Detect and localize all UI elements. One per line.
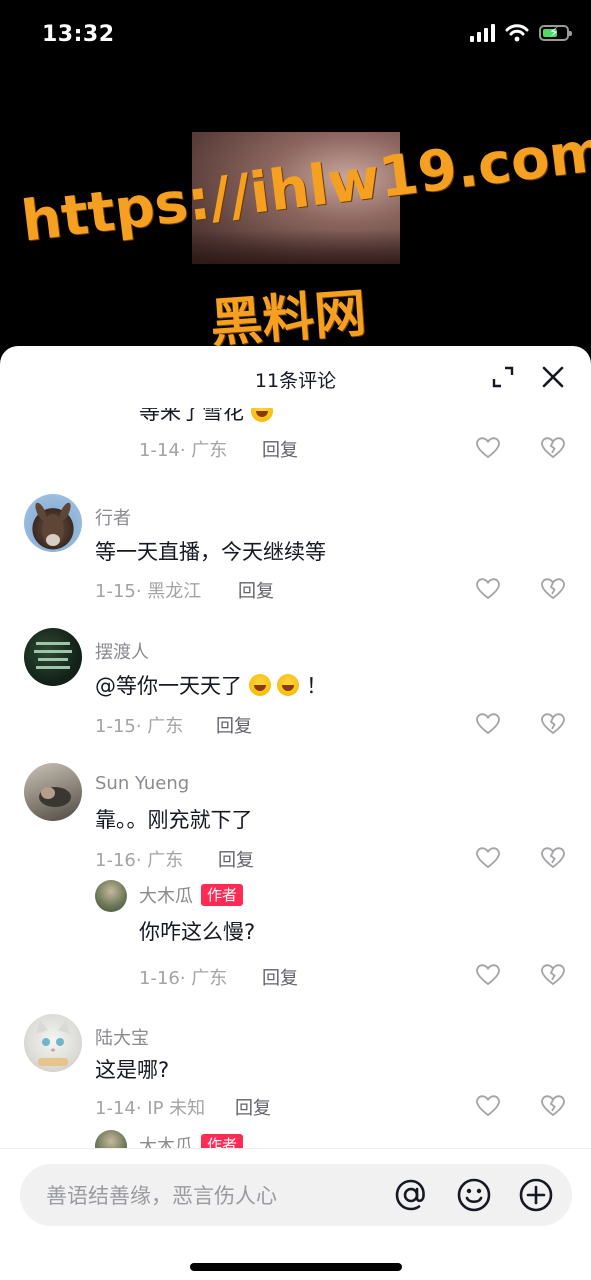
battery-icon: ⚡ bbox=[539, 25, 572, 41]
avatar[interactable] bbox=[95, 1130, 127, 1148]
comment-text: 等一天直播，今天继续等 bbox=[95, 540, 326, 564]
comment-text: 等来了雪花 bbox=[139, 408, 273, 426]
heart-icon[interactable] bbox=[476, 437, 500, 459]
comment-item: Sun Yueng 靠。。刚充就下了 1-16· 广东 回复 bbox=[0, 761, 591, 871]
reply-item: 大木瓜 作者 你咋这么慢? 1-16· 广东 回复 bbox=[0, 878, 591, 990]
reply-button[interactable]: 回复 bbox=[238, 577, 274, 603]
cellular-signal-icon bbox=[470, 24, 495, 42]
comment-input-wrapper bbox=[20, 1164, 572, 1228]
comment-date-location: 1-16· 广东 bbox=[139, 968, 228, 989]
author-badge: 作者 bbox=[201, 884, 244, 906]
comment-date-location: 1-14· 广东 bbox=[139, 440, 228, 461]
comment-item: 陆大宝 这是哪? 1-14· IP 未知 回复 bbox=[0, 1012, 591, 1122]
comment-date-location: 1-14· IP 未知 bbox=[95, 1098, 206, 1119]
laughing-emoji-icon bbox=[248, 674, 271, 696]
author-badge: 作者 bbox=[201, 1134, 244, 1148]
reply-button[interactable]: 回复 bbox=[262, 964, 298, 990]
laughing-emoji-icon bbox=[250, 408, 273, 422]
comment-item: 行者 等一天直播，今天继续等 1-15· 黑龙江 回复 bbox=[0, 492, 591, 622]
comment-sheet: 11条评论 等来了雪花 1-14· 广东 回复 行者 等一天直播，今天继续等 1… bbox=[0, 346, 591, 1280]
dislike-heart-icon[interactable] bbox=[541, 964, 565, 986]
comment-username[interactable]: 行者 bbox=[95, 504, 131, 530]
comment-username[interactable]: 摆渡人 bbox=[95, 638, 149, 664]
reply-item: 大木瓜 作者 bbox=[0, 1128, 591, 1148]
comment-item: 摆渡人 @等你一天天了 ！ 1-15· 广东 回复 bbox=[0, 626, 591, 756]
comment-username[interactable]: Sun Yueng bbox=[95, 773, 189, 794]
reply-username[interactable]: 大木瓜 作者 bbox=[139, 882, 244, 908]
reply-text: 你咋这么慢? bbox=[139, 920, 256, 944]
sheet-header: 11条评论 bbox=[0, 346, 591, 408]
avatar[interactable] bbox=[24, 1014, 82, 1072]
avatar[interactable] bbox=[24, 763, 82, 821]
wifi-icon bbox=[505, 24, 529, 42]
comment-text: 靠。。刚充就下了 bbox=[95, 808, 253, 832]
status-icons: ⚡ bbox=[470, 24, 572, 42]
reply-username[interactable]: 大木瓜 作者 bbox=[139, 1132, 244, 1148]
home-indicator[interactable] bbox=[190, 1263, 402, 1271]
dislike-heart-icon[interactable] bbox=[541, 437, 565, 459]
avatar[interactable] bbox=[95, 880, 127, 912]
avatar[interactable] bbox=[24, 494, 82, 552]
comment-input[interactable] bbox=[44, 1164, 388, 1228]
dislike-heart-icon[interactable] bbox=[541, 713, 565, 735]
comment-text: @等你一天天了 ！ bbox=[95, 674, 328, 698]
close-icon[interactable] bbox=[541, 365, 565, 389]
avatar[interactable] bbox=[24, 628, 82, 686]
dislike-heart-icon[interactable] bbox=[541, 578, 565, 600]
reply-button[interactable]: 回复 bbox=[216, 712, 252, 738]
laughing-emoji-icon bbox=[277, 674, 300, 696]
heart-icon[interactable] bbox=[476, 578, 500, 600]
reply-button[interactable]: 回复 bbox=[218, 846, 254, 872]
comment-date-location: 1-15· 广东 bbox=[95, 716, 184, 737]
dislike-heart-icon[interactable] bbox=[541, 847, 565, 869]
comment-date-location: 1-15· 黑龙江 bbox=[95, 581, 202, 602]
status-bar: 13:32 ⚡ bbox=[0, 0, 591, 72]
comment-item: 等来了雪花 1-14· 广东 回复 bbox=[0, 408, 591, 478]
smiley-icon[interactable] bbox=[456, 1177, 492, 1213]
reply-button[interactable]: 回复 bbox=[262, 436, 298, 462]
heart-icon[interactable] bbox=[476, 847, 500, 869]
heart-icon[interactable] bbox=[476, 1095, 500, 1117]
reply-button[interactable]: 回复 bbox=[235, 1094, 271, 1120]
comment-input-bar bbox=[0, 1148, 591, 1280]
status-time: 13:32 bbox=[42, 22, 115, 47]
comment-username[interactable]: 陆大宝 bbox=[95, 1024, 149, 1050]
dislike-heart-icon[interactable] bbox=[541, 1095, 565, 1117]
heart-icon[interactable] bbox=[476, 964, 500, 986]
expand-icon[interactable] bbox=[492, 366, 514, 388]
watermark-name: 黑料网 bbox=[208, 283, 369, 355]
comment-text: 这是哪? bbox=[95, 1058, 170, 1082]
phone-screen: 13:32 ⚡ https://ihlw19.com 黑料网 11条评论 等来了… bbox=[0, 0, 591, 1280]
heart-icon[interactable] bbox=[476, 713, 500, 735]
plus-circle-icon[interactable] bbox=[518, 1177, 554, 1213]
comment-list[interactable]: 等来了雪花 1-14· 广东 回复 行者 等一天直播，今天继续等 1-15· 黑… bbox=[0, 408, 591, 1148]
at-icon[interactable] bbox=[393, 1177, 429, 1213]
comment-date-location: 1-16· 广东 bbox=[95, 850, 184, 871]
